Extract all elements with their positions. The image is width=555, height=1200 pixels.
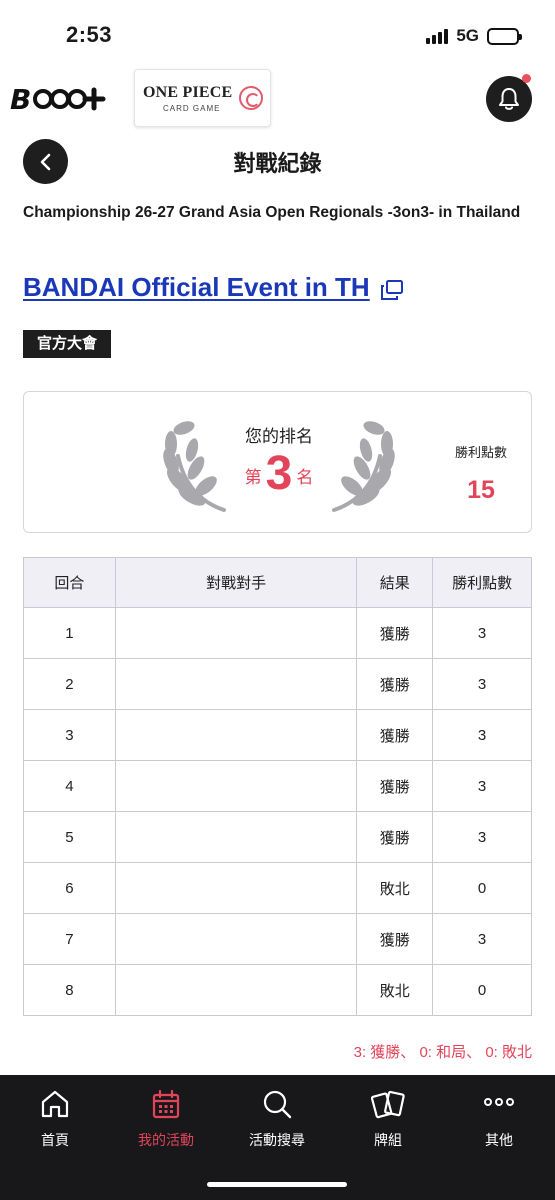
- cell-opponent: [114, 862, 358, 914]
- event-link-row: BANDAI Official Event in TH: [23, 272, 404, 303]
- cell-result: 獲勝: [356, 811, 434, 863]
- points-legend: 3: 獲勝、 0: 和局、 0: 敗北: [353, 1044, 532, 1061]
- cell-points: 0: [432, 964, 532, 1016]
- cell-opponent: [114, 658, 358, 710]
- home-icon: [41, 1090, 69, 1118]
- official-event-badge: 官方大會: [23, 330, 112, 358]
- rank-label: 您的排名: [245, 427, 313, 446]
- rank-suffix: 名: [296, 468, 314, 487]
- one-piece-logo[interactable]: ONE PIECE CARD GAME: [134, 69, 271, 127]
- rank-value: 3: [265, 447, 293, 500]
- card-game-emblem-icon: [239, 86, 263, 110]
- rank-prefix: 第: [244, 468, 262, 487]
- svg-text:B: B: [10, 83, 30, 116]
- signal-icon: [426, 28, 449, 44]
- status-indicators: 5G: [426, 26, 522, 46]
- cell-points: 3: [432, 709, 532, 761]
- nav-label: 其他: [485, 1132, 513, 1148]
- cell-round: 2: [23, 658, 116, 710]
- table-row: 4 獲勝 3: [23, 760, 532, 812]
- cell-round: 6: [23, 862, 116, 914]
- cell-points: 3: [432, 913, 532, 965]
- cell-points: 3: [432, 658, 532, 710]
- network-type: 5G: [456, 26, 479, 45]
- cell-result: 獲勝: [356, 607, 434, 659]
- app-header: B ONE PIECE CARD GAME: [0, 68, 555, 130]
- battery-icon: [487, 27, 522, 45]
- nav-label: 活動搜尋: [249, 1132, 305, 1148]
- cell-opponent: [114, 607, 358, 659]
- status-bar: 2:53 5G: [0, 0, 555, 68]
- brand-logo[interactable]: B: [10, 82, 112, 123]
- cell-round: 8: [23, 964, 116, 1016]
- header-round: 回合: [23, 557, 116, 608]
- header-result: 結果: [356, 557, 434, 608]
- nav-item-more[interactable]: 其他: [449, 1087, 549, 1150]
- cell-round: 1: [23, 607, 116, 659]
- cell-opponent: [114, 811, 358, 863]
- cell-result: 敗北: [356, 862, 434, 914]
- page-title: 對戰紀錄: [233, 151, 322, 176]
- cards-icon: [371, 1090, 405, 1119]
- event-organizer-link[interactable]: BANDAI Official Event in TH: [23, 272, 370, 303]
- cell-round: 4: [23, 760, 116, 812]
- cell-opponent: [114, 709, 358, 761]
- cell-result: 獲勝: [356, 658, 434, 710]
- header-points: 勝利點數: [432, 557, 532, 608]
- cell-points: 3: [432, 760, 532, 812]
- table-header-row: 回合 對戰對手 結果 勝利點數: [23, 557, 532, 608]
- table-row: 2 獲勝 3: [23, 658, 532, 710]
- cell-points: 3: [432, 811, 532, 863]
- cell-opponent: [114, 964, 358, 1016]
- notification-badge: [522, 74, 531, 83]
- nav-item-my-events[interactable]: 我的活動: [116, 1087, 216, 1150]
- cell-result: 獲勝: [356, 709, 434, 761]
- home-indicator: [207, 1182, 347, 1187]
- rank-display: 第3 名: [224, 446, 334, 501]
- points-label: 勝利點數: [454, 445, 507, 460]
- table-row: 6 敗北 0: [23, 862, 532, 914]
- nav-item-home[interactable]: 首頁: [5, 1087, 105, 1150]
- cell-result: 敗北: [356, 964, 434, 1016]
- cell-opponent: [114, 913, 358, 965]
- nav-item-search[interactable]: 活動搜尋: [227, 1087, 327, 1150]
- table-row: 8 敗北 0: [23, 964, 532, 1016]
- table-row: 1 獲勝 3: [23, 607, 532, 659]
- cell-result: 獲勝: [356, 913, 434, 965]
- cell-points: 0: [432, 862, 532, 914]
- event-name: Championship 26-27 Grand Asia Open Regio…: [23, 204, 521, 221]
- status-time: 2:53: [66, 22, 113, 47]
- table-row: 3 獲勝 3: [23, 709, 532, 761]
- table-row: 5 獲勝 3: [23, 811, 532, 863]
- header-opponent: 對戰對手: [114, 557, 358, 608]
- nav-label: 牌組: [374, 1132, 402, 1148]
- calendar-icon: [152, 1089, 180, 1119]
- bplus-logo-icon: B: [10, 83, 106, 116]
- search-icon: [263, 1090, 292, 1119]
- cell-round: 7: [23, 913, 116, 965]
- one-piece-logo-sub: CARD GAME: [163, 104, 221, 113]
- cell-result: 獲勝: [356, 760, 434, 812]
- one-piece-logo-title: ONE PIECE: [143, 84, 233, 101]
- cell-round: 3: [23, 709, 116, 761]
- more-icon: [484, 1098, 514, 1106]
- table-row: 7 獲勝 3: [23, 913, 532, 965]
- bell-icon: [499, 88, 519, 110]
- rank-card: 您的排名 第3 名 勝利點數 15: [23, 391, 532, 533]
- nav-label: 我的活動: [138, 1132, 194, 1148]
- external-link-icon[interactable]: [380, 279, 404, 301]
- nav-label: 首頁: [41, 1132, 69, 1148]
- cell-points: 3: [432, 607, 532, 659]
- match-results-table: 回合 對戰對手 結果 勝利點數 1 獲勝 3 2 獲勝 3 3 獲勝 3 4 獲…: [23, 557, 532, 1016]
- nav-item-decks[interactable]: 牌組: [338, 1087, 438, 1150]
- points-value: 15: [467, 476, 495, 504]
- cell-round: 5: [23, 811, 116, 863]
- cell-opponent: [114, 760, 358, 812]
